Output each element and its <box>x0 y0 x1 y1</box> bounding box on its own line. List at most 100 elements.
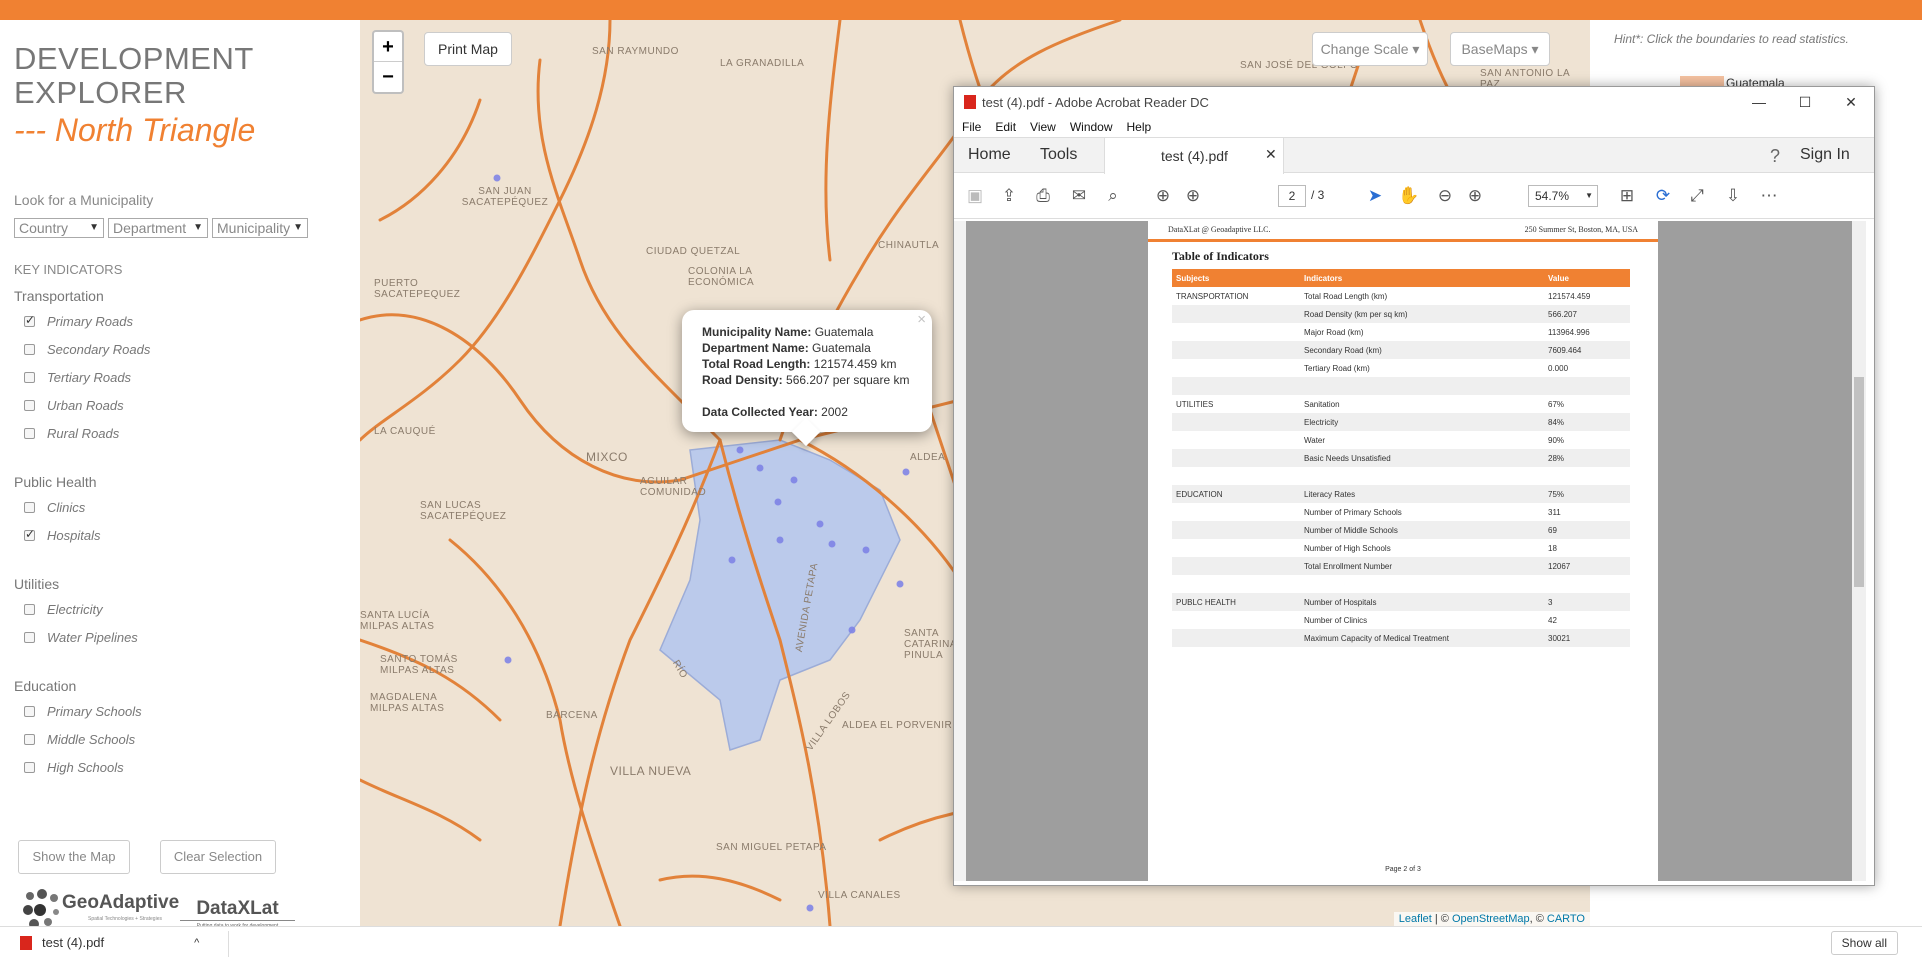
more-tools-icon[interactable]: ⋯ <box>1758 185 1780 207</box>
print-map-button[interactable]: Print Map <box>424 32 512 66</box>
checkbox[interactable] <box>24 734 35 745</box>
change-scale-button[interactable]: Change Scale ▾ <box>1312 32 1428 66</box>
help-icon[interactable]: ? <box>1770 146 1780 167</box>
upload-icon[interactable]: ⇪ <box>998 185 1020 207</box>
checkbox[interactable] <box>24 372 35 383</box>
table-row: Road Density (km per sq km) 566.207 <box>1172 305 1630 323</box>
print-icon[interactable]: ⎙ <box>1032 185 1054 207</box>
show-map-button[interactable]: Show the Map <box>18 840 130 874</box>
select-cursor-icon[interactable]: ➤ <box>1364 185 1386 207</box>
checkbox[interactable] <box>24 527 35 541</box>
sign-in-button[interactable]: Sign In <box>1800 146 1850 164</box>
popup-department-label: Department Name: <box>702 341 809 355</box>
clear-selection-button[interactable]: Clear Selection <box>160 840 276 874</box>
cell-indicator: Maximum Capacity of Medical Treatment <box>1300 629 1544 647</box>
checkbox[interactable] <box>24 604 35 615</box>
checkbox-item[interactable]: Secondary Roads <box>24 342 150 357</box>
acrobat-titlebar[interactable]: test (4).pdf - Adobe Acrobat Reader DC —… <box>954 87 1874 117</box>
checkbox-item[interactable]: Clinics <box>24 500 85 515</box>
show-all-button[interactable]: Show all <box>1830 931 1898 955</box>
zoom-in-button[interactable]: + <box>374 32 402 62</box>
chevron-up-icon[interactable]: ^ <box>194 937 199 949</box>
email-icon[interactable]: ✉ <box>1068 185 1090 207</box>
next-page-icon[interactable]: ⊕ <box>1182 185 1204 207</box>
checkbox[interactable] <box>24 344 35 355</box>
country-select[interactable]: Country ▼ <box>14 218 104 238</box>
checkbox-label: Primary Roads <box>47 314 133 329</box>
municipality-select[interactable]: Municipality ▼ <box>212 218 308 238</box>
menu-file[interactable]: File <box>962 120 981 134</box>
cell-value: 113964.996 <box>1548 327 1590 337</box>
table-row: Maximum Capacity of Medical Treatment 300… <box>1172 629 1630 647</box>
checkbox[interactable] <box>24 706 35 717</box>
close-icon[interactable]: ✕ <box>1828 87 1874 117</box>
checkbox[interactable] <box>24 428 35 439</box>
fit-page-icon[interactable]: ⊞ <box>1616 185 1638 207</box>
tab-tools[interactable]: Tools <box>1040 146 1077 164</box>
checkbox[interactable] <box>24 502 35 513</box>
basemaps-button[interactable]: BaseMaps ▾ <box>1450 32 1550 66</box>
checkbox[interactable] <box>24 632 35 643</box>
rotate-icon[interactable]: ⟳ <box>1652 185 1674 207</box>
save-icon[interactable]: ▣ <box>964 185 986 207</box>
prev-page-icon[interactable]: ⊕ <box>1152 185 1174 207</box>
checkbox-item[interactable]: Primary Schools <box>24 704 142 719</box>
checkbox[interactable] <box>24 313 35 327</box>
hand-tool-icon[interactable]: ✋ <box>1398 185 1420 207</box>
maximize-icon[interactable]: ☐ <box>1782 87 1828 117</box>
tab-home[interactable]: Home <box>968 146 1011 164</box>
zoom-out-icon[interactable]: ⊖ <box>1434 185 1456 207</box>
checkbox-item[interactable]: Tertiary Roads <box>24 370 131 385</box>
tab-document[interactable]: test (4).pdf ✕ <box>1104 138 1284 174</box>
table-row: Water 90% <box>1172 431 1630 449</box>
checkbox-item[interactable]: Rural Roads <box>24 426 119 441</box>
pdf-page: DataXLat @ Geoadaptive LLC. 250 Summer S… <box>1148 221 1658 881</box>
zoom-level-value: 54.7% <box>1535 189 1570 203</box>
popup-road-length: Total Road Length: 121574.459 km <box>702 356 912 372</box>
cell-indicator: Number of Hospitals <box>1300 593 1544 611</box>
section-heading: Education <box>14 678 77 694</box>
map-label: SANTO TOMÁS MILPAS ALTAS <box>380 654 458 676</box>
download-filename: test (4).pdf <box>42 935 105 950</box>
checkbox-item[interactable]: Electricity <box>24 602 103 617</box>
pdf-org: DataXLat @ Geoadaptive LLC. <box>1168 225 1271 234</box>
zoom-out-button[interactable]: − <box>374 62 402 92</box>
cell-indicator <box>1300 377 1544 395</box>
page-number-input[interactable]: 2 <box>1278 185 1306 207</box>
tab-close-icon[interactable]: ✕ <box>1265 146 1277 163</box>
checkbox-item[interactable]: Middle Schools <box>24 732 135 747</box>
minimize-icon[interactable]: — <box>1736 87 1782 117</box>
checkbox-item[interactable]: Hospitals <box>24 527 100 543</box>
menu-view[interactable]: View <box>1030 120 1056 134</box>
menu-window[interactable]: Window <box>1070 120 1113 134</box>
menu-help[interactable]: Help <box>1127 120 1152 134</box>
download-item[interactable]: test (4).pdf ^ <box>20 935 199 950</box>
checkbox-item[interactable]: Water Pipelines <box>24 630 138 645</box>
scrollbar-thumb[interactable] <box>1854 377 1864 587</box>
checkbox[interactable] <box>24 762 35 773</box>
menu-edit[interactable]: Edit <box>995 120 1016 134</box>
map-attribution: Leaflet | © OpenStreetMap, © CARTO <box>1393 912 1590 926</box>
department-select[interactable]: Department ▼ <box>108 218 208 238</box>
document-scrollbar[interactable] <box>1852 221 1866 881</box>
leaflet-link[interactable]: Leaflet <box>1399 913 1432 925</box>
checkbox-item[interactable]: Primary Roads <box>24 313 133 329</box>
acrobat-window: test (4).pdf - Adobe Acrobat Reader DC —… <box>953 86 1875 886</box>
checkbox-item[interactable]: High Schools <box>24 760 124 775</box>
left-panel-toggle[interactable] <box>954 221 966 881</box>
cell-subject <box>1172 413 1300 431</box>
zoom-level-select[interactable]: 54.7% ▼ <box>1528 185 1598 207</box>
checkbox-label: Clinics <box>47 500 86 515</box>
checkbox[interactable] <box>24 400 35 411</box>
cell-value: 566.207 <box>1544 305 1630 323</box>
search-icon[interactable]: ⌕ <box>1102 185 1124 207</box>
carto-link[interactable]: CARTO <box>1547 913 1585 925</box>
osm-link[interactable]: OpenStreetMap <box>1452 913 1530 925</box>
popup-close-icon[interactable]: × <box>917 312 926 328</box>
scroll-mode-icon[interactable]: ⇩ <box>1722 185 1744 207</box>
checkbox-item[interactable]: Urban Roads <box>24 398 124 413</box>
fullscreen-icon[interactable]: ⤢ <box>1686 185 1708 207</box>
document-view[interactable]: DataXLat @ Geoadaptive LLC. 250 Summer S… <box>966 221 1854 881</box>
zoom-in-icon[interactable]: ⊕ <box>1464 185 1486 207</box>
pdf-header-rule <box>1148 239 1658 242</box>
